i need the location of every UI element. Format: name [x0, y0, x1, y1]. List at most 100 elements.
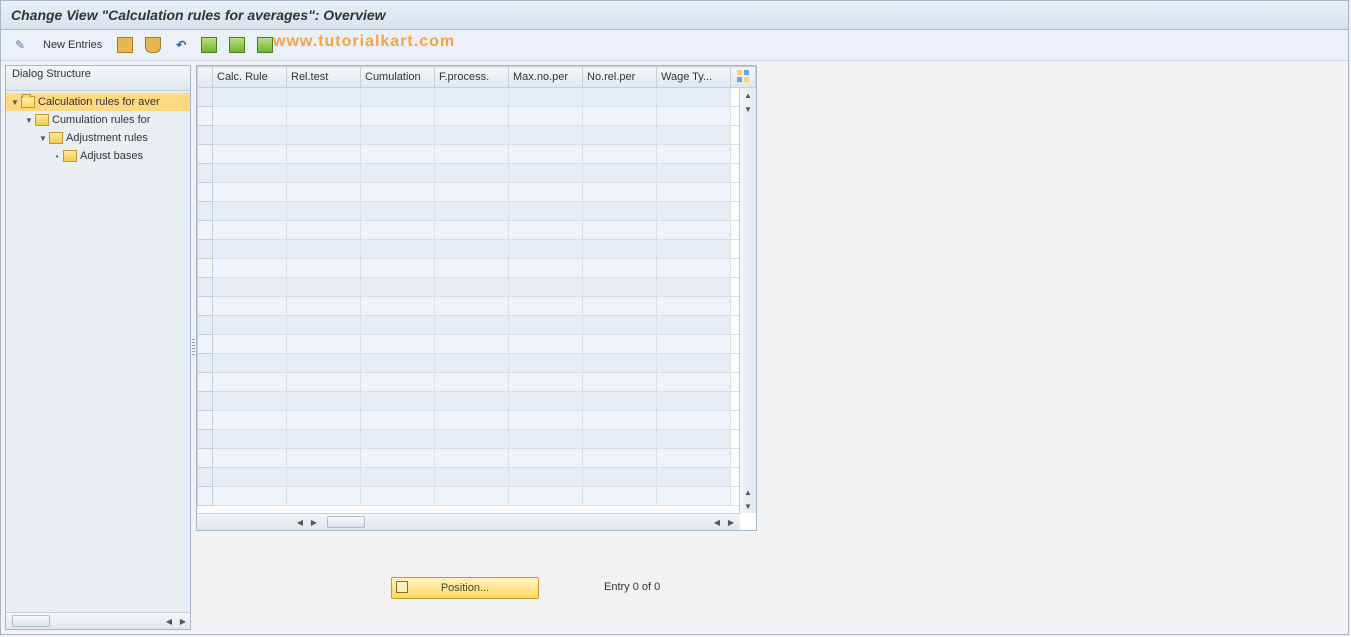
grid-cell[interactable]	[213, 392, 287, 411]
grid-row-selector[interactable]	[198, 297, 213, 316]
grid-row-selector[interactable]	[198, 126, 213, 145]
grid-cell[interactable]	[213, 221, 287, 240]
grid-cell[interactable]	[213, 259, 287, 278]
sidebar-hscroll[interactable]: ◀ ▶	[6, 612, 190, 629]
grid-cell[interactable]	[657, 449, 731, 468]
grid-cell[interactable]	[509, 145, 583, 164]
grid-cell[interactable]	[435, 297, 509, 316]
table-row[interactable]	[198, 240, 756, 259]
grid-cell[interactable]	[287, 107, 361, 126]
grid-cell[interactable]	[435, 316, 509, 335]
grid-cell[interactable]	[583, 202, 657, 221]
grid-cell[interactable]	[361, 297, 435, 316]
grid-cell[interactable]	[509, 335, 583, 354]
grid-cell[interactable]	[509, 354, 583, 373]
grid-hscroll-left2[interactable]: ◀	[710, 515, 724, 529]
undo-change-button[interactable]: ↶	[170, 34, 192, 56]
grid-cell[interactable]	[509, 392, 583, 411]
grid-cell[interactable]	[213, 126, 287, 145]
grid-cell[interactable]	[287, 430, 361, 449]
grid-cell[interactable]	[509, 88, 583, 107]
grid-cell[interactable]	[583, 107, 657, 126]
grid-cell[interactable]	[657, 392, 731, 411]
grid-cell[interactable]	[435, 449, 509, 468]
grid-row-selector[interactable]	[198, 468, 213, 487]
grid-cell[interactable]	[287, 316, 361, 335]
grid-cell[interactable]	[657, 107, 731, 126]
table-row[interactable]	[198, 430, 756, 449]
grid-cell[interactable]	[287, 221, 361, 240]
grid-cell[interactable]	[287, 88, 361, 107]
grid-cell[interactable]	[509, 316, 583, 335]
grid-cell[interactable]	[213, 430, 287, 449]
grid-cell[interactable]	[361, 487, 435, 506]
grid-row-selector[interactable]	[198, 202, 213, 221]
grid-cell[interactable]	[583, 430, 657, 449]
grid-cell[interactable]	[509, 278, 583, 297]
grid-cell[interactable]	[213, 468, 287, 487]
dialog-structure-tree[interactable]: ▼Calculation rules for aver▼Cumulation r…	[6, 91, 190, 612]
grid-cell[interactable]	[361, 411, 435, 430]
sidebar-hscroll-left[interactable]: ◀	[162, 614, 176, 628]
grid-rowselector-header[interactable]	[198, 67, 213, 88]
grid-cell[interactable]	[583, 392, 657, 411]
select-all-button[interactable]	[198, 34, 220, 56]
grid-cell[interactable]	[213, 354, 287, 373]
grid-cell[interactable]	[287, 449, 361, 468]
grid-cell[interactable]	[361, 145, 435, 164]
grid-cell[interactable]	[435, 88, 509, 107]
copy-as-button[interactable]	[114, 34, 136, 56]
grid-cell[interactable]	[213, 202, 287, 221]
grid-cell[interactable]	[509, 107, 583, 126]
grid-column-header[interactable]: Calc. Rule	[213, 67, 287, 88]
table-row[interactable]	[198, 449, 756, 468]
grid-cell[interactable]	[583, 354, 657, 373]
grid-cell[interactable]	[657, 126, 731, 145]
grid-cell[interactable]	[435, 107, 509, 126]
grid-cell[interactable]	[361, 107, 435, 126]
grid-cell[interactable]	[361, 392, 435, 411]
grid-hscroll[interactable]: ◀ ▶ ◀ ▶	[197, 513, 740, 530]
grid-cell[interactable]	[435, 354, 509, 373]
grid-cell[interactable]	[509, 259, 583, 278]
table-row[interactable]	[198, 183, 756, 202]
grid-cell[interactable]	[213, 335, 287, 354]
grid-cell[interactable]	[287, 240, 361, 259]
grid-row-selector[interactable]	[198, 430, 213, 449]
grid-column-header[interactable]: No.rel.per	[583, 67, 657, 88]
grid-cell[interactable]	[213, 240, 287, 259]
tree-toggle-icon[interactable]: ▼	[38, 134, 48, 143]
grid-cell[interactable]	[509, 487, 583, 506]
grid-cell[interactable]	[213, 88, 287, 107]
grid-cell[interactable]	[509, 164, 583, 183]
grid-cell[interactable]	[287, 335, 361, 354]
grid-cell[interactable]	[361, 202, 435, 221]
tree-toggle-icon[interactable]: ▼	[24, 116, 34, 125]
grid-cell[interactable]	[435, 164, 509, 183]
deselect-all-button[interactable]	[254, 34, 276, 56]
grid-vscroll[interactable]: ▲ ▼ ▲ ▼	[739, 88, 756, 513]
grid-cell[interactable]	[213, 278, 287, 297]
table-row[interactable]	[198, 278, 756, 297]
grid-cell[interactable]	[435, 487, 509, 506]
grid-cell[interactable]	[287, 392, 361, 411]
grid-cell[interactable]	[435, 259, 509, 278]
grid-cell[interactable]	[287, 183, 361, 202]
table-row[interactable]	[198, 487, 756, 506]
grid-cell[interactable]	[583, 449, 657, 468]
grid-cell[interactable]	[583, 278, 657, 297]
table-row[interactable]	[198, 164, 756, 183]
grid-cell[interactable]	[657, 430, 731, 449]
grid-hscroll-right2[interactable]: ▶	[724, 515, 738, 529]
grid-cell[interactable]	[287, 468, 361, 487]
position-button[interactable]: Position...	[391, 577, 539, 599]
grid-cell[interactable]	[509, 240, 583, 259]
grid-cell[interactable]	[287, 297, 361, 316]
table-row[interactable]	[198, 107, 756, 126]
grid-cell[interactable]	[509, 411, 583, 430]
grid-cell[interactable]	[435, 392, 509, 411]
grid-cell[interactable]	[583, 145, 657, 164]
grid-cell[interactable]	[435, 278, 509, 297]
grid-cell[interactable]	[657, 335, 731, 354]
grid-cell[interactable]	[583, 259, 657, 278]
